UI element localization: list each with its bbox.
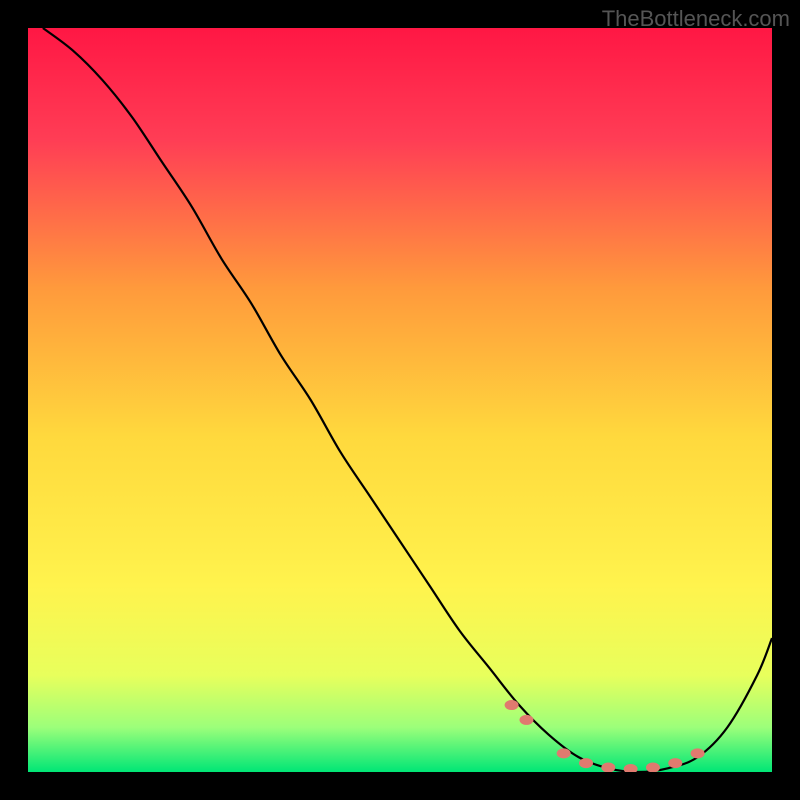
marker-dot: [624, 764, 638, 772]
marker-dot: [579, 758, 593, 768]
marker-dot: [519, 715, 533, 725]
marker-dot: [668, 758, 682, 768]
marker-dot: [646, 763, 660, 772]
marker-dot: [505, 700, 519, 710]
watermark-text: TheBottleneck.com: [602, 6, 790, 32]
plot-area: [28, 28, 772, 772]
curve-layer: [28, 28, 772, 772]
bottleneck-curve-line: [43, 28, 772, 772]
optimal-range-markers: [505, 700, 705, 772]
marker-dot: [557, 748, 571, 758]
marker-dot: [691, 748, 705, 758]
marker-dot: [601, 763, 615, 772]
